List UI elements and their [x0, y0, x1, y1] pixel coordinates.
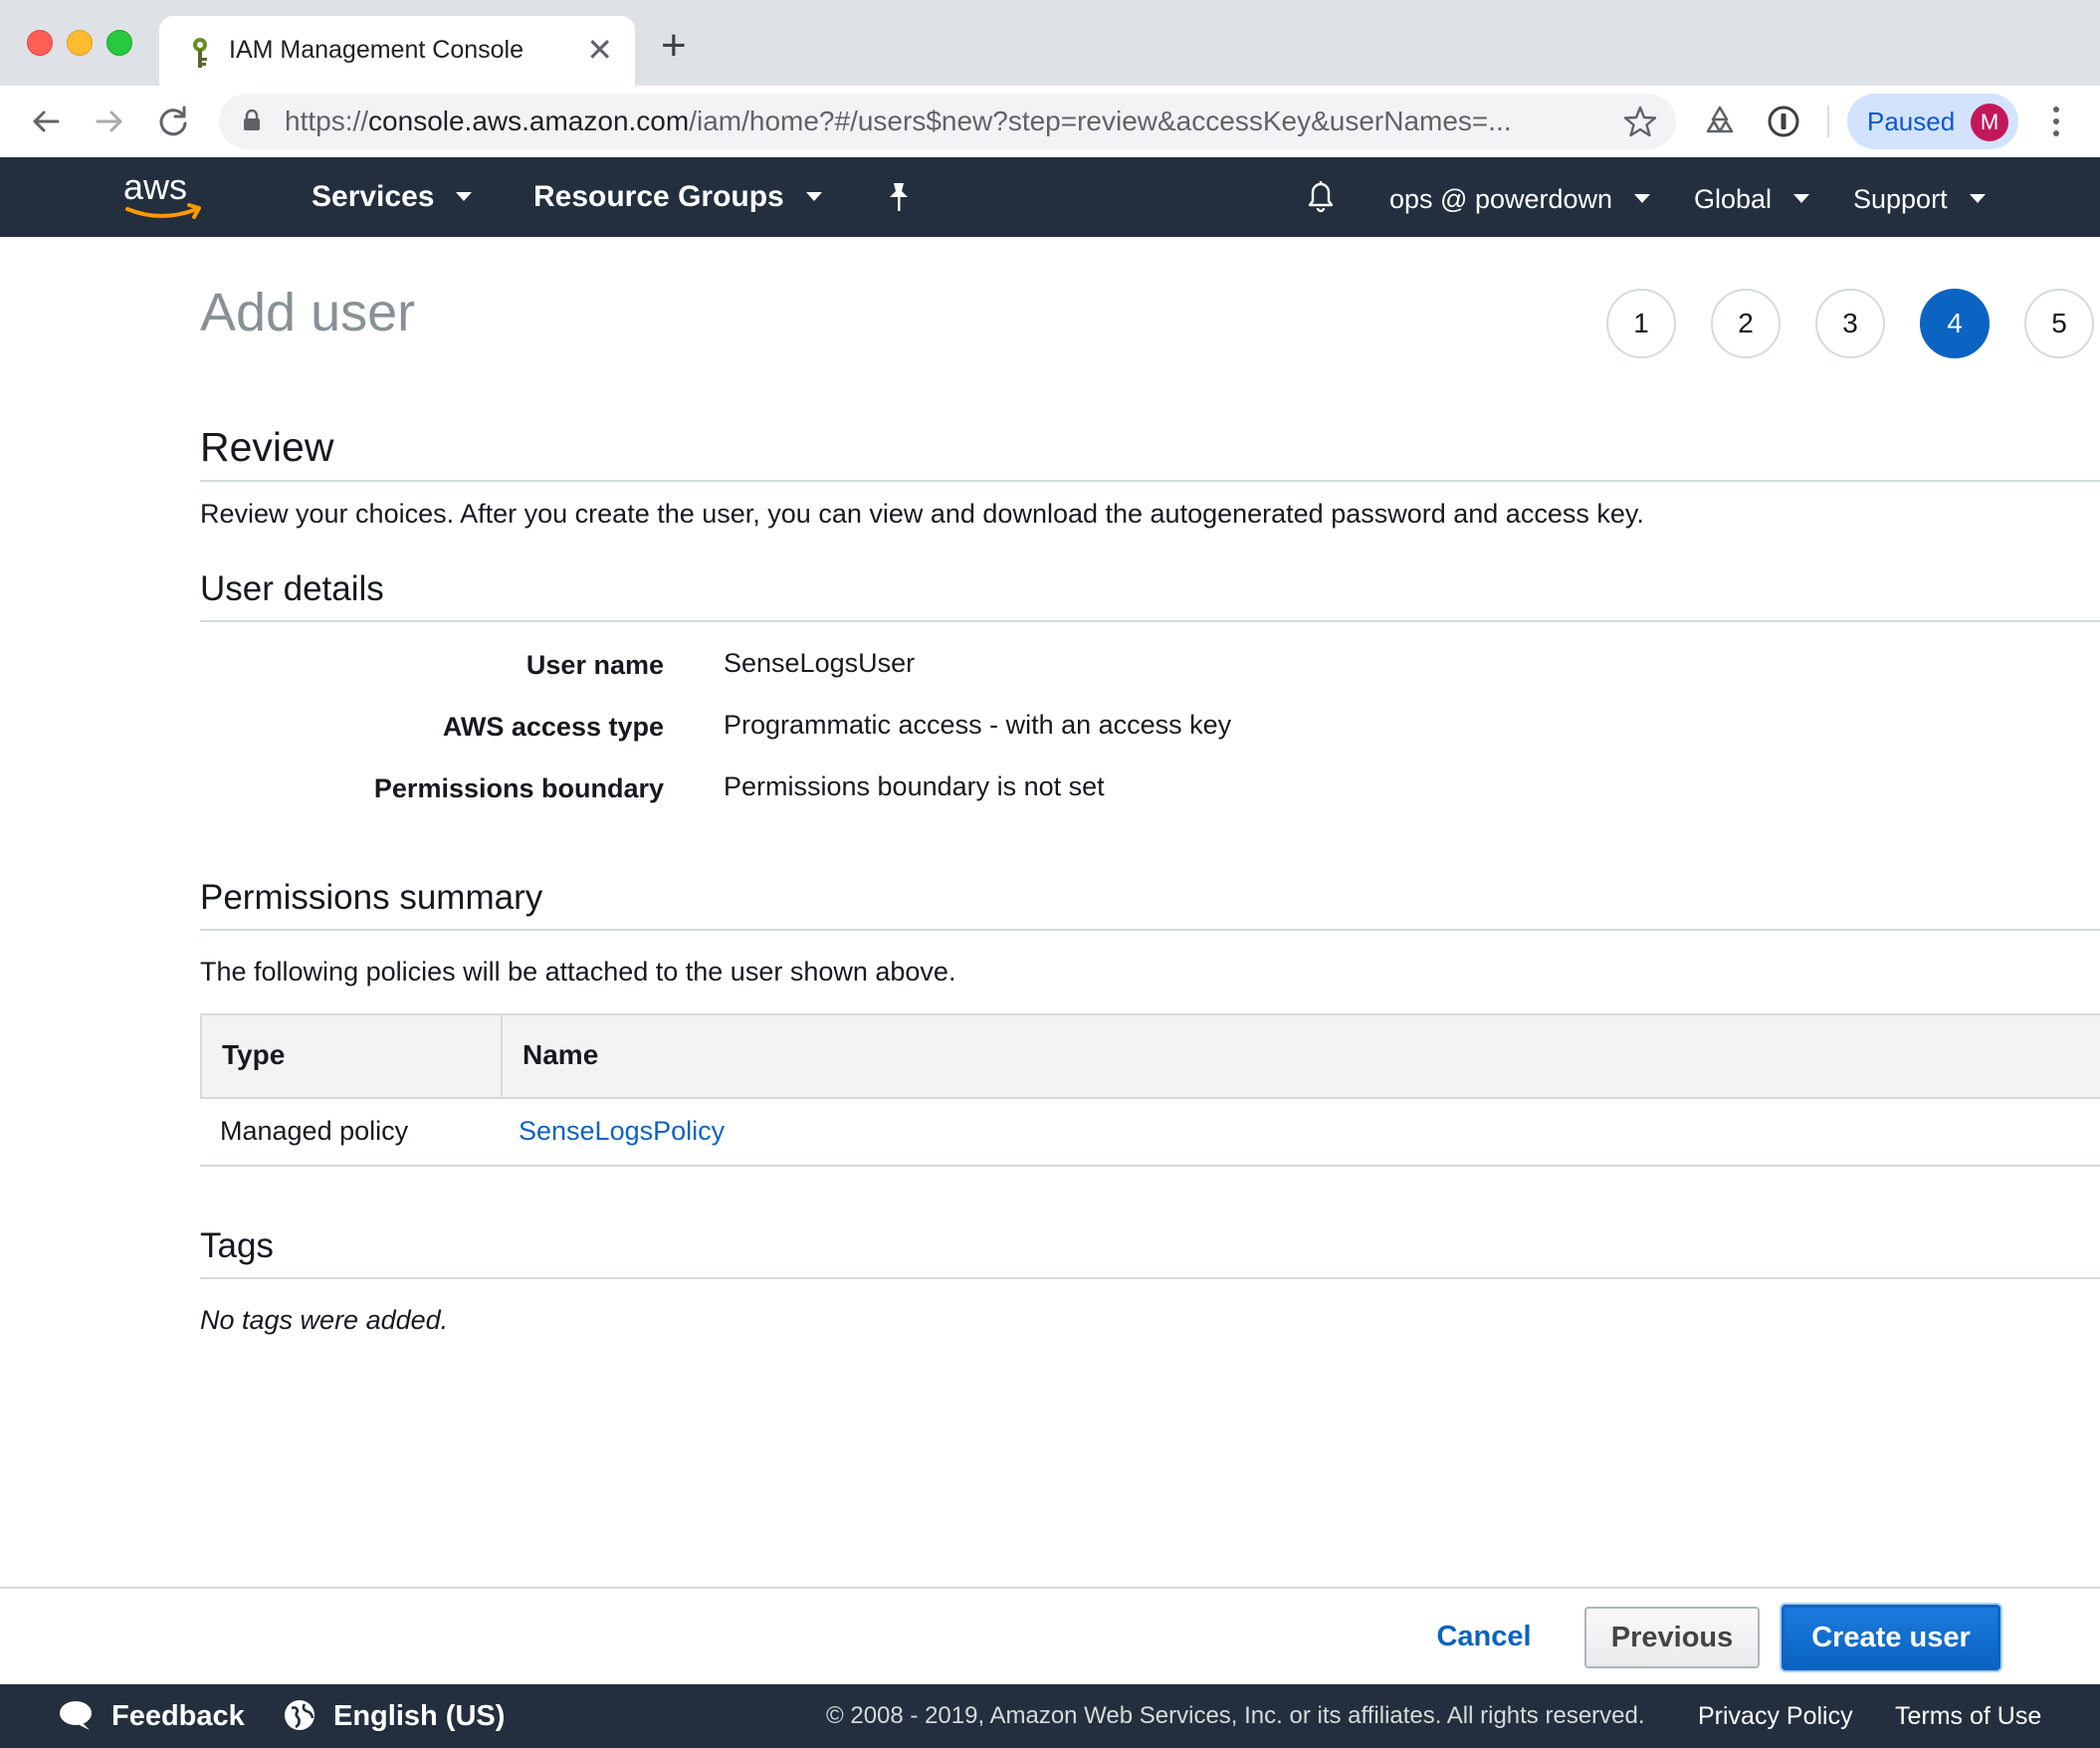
pin-icon[interactable] [884, 181, 914, 213]
step-indicator-2[interactable]: 2 [1711, 289, 1781, 358]
permissions-boundary-value: Permissions boundary is not set [724, 771, 1105, 801]
svg-text:aws: aws [123, 169, 187, 207]
window-zoom-button[interactable] [106, 30, 132, 56]
aws-top-navigation: aws Services Resource Groups ops @ power… [0, 157, 2100, 237]
step-indicator-3[interactable]: 3 [1815, 289, 1885, 358]
browser-tab-bar: IAM Management Console ✕ + [0, 0, 2100, 86]
speech-bubble-icon [60, 1701, 92, 1730]
console-footer: Feedback English (US) © 2008 - 2019, Ama… [0, 1684, 2100, 1748]
user-details-heading: User details [200, 569, 384, 608]
chevron-down-icon [805, 191, 822, 201]
recycle-extension-icon[interactable] [1700, 102, 1740, 141]
table-header: Type Name [200, 1013, 2100, 1099]
wizard-actions-bar: Cancel Previous Create user [0, 1587, 2100, 1684]
permissions-summary-heading: Permissions summary [200, 878, 543, 917]
column-divider [501, 1015, 503, 1099]
review-description: Review your choices. After you create th… [200, 499, 1644, 529]
permissions-boundary-label: Permissions boundary [373, 773, 664, 803]
window-minimize-button[interactable] [67, 30, 93, 56]
back-arrow-icon[interactable] [24, 100, 68, 143]
chevron-down-icon [456, 191, 473, 201]
window-close-button[interactable] [27, 30, 53, 56]
browser-toolbar: https://console.aws.amazon.com/iam/home?… [0, 86, 2100, 157]
divider [200, 480, 2100, 482]
cancel-button[interactable]: Cancel [1419, 1607, 1549, 1666]
new-tab-icon[interactable]: + [661, 24, 687, 68]
no-tags-text: No tags were added. [200, 1305, 449, 1335]
privacy-policy-link[interactable]: Privacy Policy [1698, 1700, 1853, 1732]
user-name-label: User name [525, 650, 664, 680]
divider [200, 1277, 2100, 1279]
tab-close-icon[interactable]: ✕ [586, 32, 613, 68]
lock-icon [244, 109, 260, 130]
user-name-value: SenseLogsUser [724, 648, 916, 678]
feedback-link[interactable]: Feedback [111, 1698, 245, 1734]
services-menu[interactable]: Services [312, 179, 473, 215]
profile-paused-button[interactable]: Paused M [1847, 94, 2018, 149]
address-bar[interactable]: https://console.aws.amazon.com/iam/home?… [219, 94, 1676, 149]
policies-table: Type Name Managed policy SenseLogsPolicy [200, 1013, 2100, 1167]
column-header-type[interactable]: Type [222, 1037, 285, 1073]
avatar: M [1971, 104, 2008, 141]
step-indicator-1[interactable]: 1 [1606, 289, 1676, 358]
tags-heading: Tags [200, 1226, 274, 1265]
copyright-text: © 2008 - 2019, Amazon Web Services, Inc.… [826, 1702, 1645, 1729]
policy-name-link[interactable]: SenseLogsPolicy [519, 1113, 725, 1149]
access-type-value: Programmatic access - with an access key [724, 710, 1232, 740]
access-type-label: AWS access type [442, 712, 664, 742]
create-user-button[interactable]: Create user [1782, 1605, 2000, 1670]
support-menu[interactable]: Support [1853, 181, 1986, 217]
more-menu-icon[interactable] [2038, 102, 2074, 141]
tab-title: IAM Management Console [229, 36, 524, 64]
chevron-down-icon [1969, 194, 1986, 204]
region-menu[interactable]: Global [1694, 181, 1810, 217]
divider [200, 620, 2100, 622]
browser-tab[interactable]: IAM Management Console ✕ [159, 16, 635, 86]
aws-logo-icon[interactable]: aws [121, 169, 207, 225]
policy-type-cell: Managed policy [220, 1116, 409, 1146]
iam-key-favicon-icon [193, 38, 207, 68]
previous-button[interactable]: Previous [1584, 1607, 1760, 1668]
permissions-summary-description: The following policies will be attached … [200, 957, 956, 986]
step-indicator-4-current: 4 [1920, 289, 1990, 358]
forward-arrow-icon[interactable] [88, 100, 131, 143]
language-selector[interactable]: English (US) [333, 1698, 505, 1734]
chevron-down-icon [1634, 194, 1651, 204]
page-title: Add user [200, 283, 416, 342]
chevron-down-icon [1793, 194, 1810, 204]
table-row: Managed policy SenseLogsPolicy [200, 1099, 2100, 1167]
step-indicator-5[interactable]: 5 [2024, 289, 2094, 358]
bookmark-star-icon[interactable] [1622, 104, 1658, 139]
account-menu[interactable]: ops @ powerdown [1389, 181, 1651, 217]
toolbar-separator [1827, 106, 1829, 137]
resource-groups-menu[interactable]: Resource Groups [533, 179, 822, 215]
review-heading: Review [200, 424, 334, 470]
notifications-bell-icon[interactable] [1304, 177, 1338, 215]
url-text: https://console.aws.amazon.com/iam/home?… [285, 106, 1512, 136]
column-header-name[interactable]: Name [523, 1037, 598, 1073]
divider [200, 929, 2100, 931]
terms-of-use-link[interactable]: Terms of Use [1895, 1700, 2041, 1732]
password-manager-extension-icon[interactable] [1764, 102, 1803, 141]
profile-status: Paused [1867, 107, 1956, 136]
globe-icon [285, 1700, 315, 1730]
reload-icon[interactable] [151, 100, 195, 143]
